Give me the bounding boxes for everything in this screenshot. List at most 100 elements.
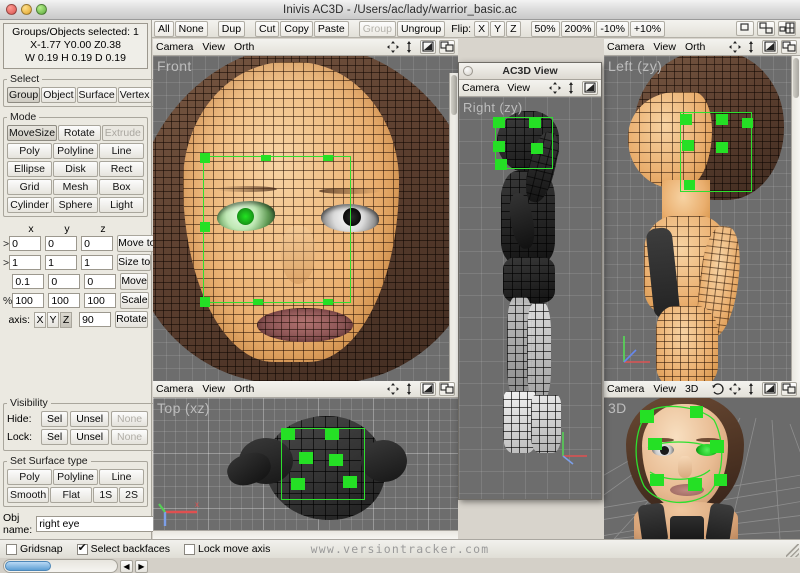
viewport-top-zoom-vertical-icon[interactable] — [403, 382, 417, 396]
float-selection-handle-4[interactable] — [531, 143, 543, 154]
viewport-3d-render-icon[interactable] — [762, 382, 778, 396]
float-selection-handle-1[interactable] — [493, 117, 505, 128]
window-resize-handle[interactable] — [786, 544, 799, 557]
left-selection-handle-1[interactable] — [680, 114, 692, 125]
viewport-top-render-icon[interactable] — [420, 382, 436, 396]
viewport-top-view-menu[interactable]: View — [202, 383, 225, 395]
mode-mesh[interactable]: Mesh — [53, 179, 98, 195]
float-window-pan-icon[interactable] — [548, 81, 562, 95]
top-selection-handle-4[interactable] — [329, 454, 343, 466]
zoom-plus-10-button[interactable]: +10% — [629, 20, 666, 37]
move-button[interactable]: Move — [120, 273, 148, 290]
mode-poly[interactable]: Poly — [7, 143, 52, 159]
left-selection-handle-2[interactable] — [716, 114, 728, 125]
surface-smooth-button[interactable]: Smooth — [7, 487, 50, 503]
float-window-camera-menu[interactable]: Camera — [462, 82, 499, 94]
move-x-input[interactable] — [12, 274, 45, 289]
ac3d-view-floating-window[interactable]: AC3D View Camera View Right (zy) — [458, 62, 602, 500]
move-to-y-input[interactable] — [45, 236, 78, 251]
layout-two-icon[interactable] — [757, 21, 775, 36]
size-to-x-input[interactable] — [9, 255, 42, 270]
viewport-3d-zoom-vertical-icon[interactable] — [745, 382, 759, 396]
float-window-canvas[interactable]: Right (zy) — [459, 97, 601, 499]
paste-button[interactable]: Paste — [313, 20, 349, 37]
surface-line-button[interactable]: Line — [99, 469, 144, 485]
flip-z-button[interactable]: Z — [506, 20, 521, 37]
left-selection-handle-5[interactable] — [684, 180, 695, 190]
mode-movesize[interactable]: MoveSize — [7, 125, 58, 141]
palette-scrollbar[interactable]: ◀ ▶ — [3, 559, 148, 573]
surface-polyline-button[interactable]: Polyline — [53, 469, 98, 485]
rotate-axis-x[interactable]: X — [34, 311, 47, 328]
front-selection-handle-bl[interactable] — [200, 297, 210, 307]
float-window-view-menu[interactable]: View — [507, 82, 530, 94]
move-to-z-input[interactable] — [81, 236, 114, 251]
top-selection-handle-2[interactable] — [325, 428, 339, 440]
front-selection-handle-tr[interactable] — [323, 155, 333, 161]
3d-selection-handle-6[interactable] — [688, 478, 702, 491]
size-to-z-input[interactable] — [81, 255, 114, 270]
viewport-top-canvas[interactable]: Top (xz) x — [153, 398, 458, 539]
float-window-titlebar[interactable]: AC3D View — [459, 63, 601, 80]
rotate-axis-y[interactable]: Y — [47, 311, 60, 328]
layout-single-icon[interactable] — [736, 21, 754, 36]
top-selection-handle-5[interactable] — [291, 478, 305, 490]
viewport-left-orth-menu[interactable]: Orth — [685, 41, 705, 53]
viewport-3d-canvas[interactable]: 3D — [604, 398, 800, 539]
3d-selection-handle-2[interactable] — [690, 406, 703, 418]
cut-button[interactable]: Cut — [255, 20, 280, 37]
zoom-200-button[interactable]: 200% — [560, 20, 596, 37]
mode-box[interactable]: Box — [99, 179, 144, 195]
front-selection-handle-br[interactable] — [323, 299, 333, 305]
rotate-angle-input[interactable] — [79, 312, 112, 327]
viewport-front-camera-menu[interactable]: Camera — [156, 41, 193, 53]
viewport-top[interactable]: Camera View Orth Top (xz) x — [153, 381, 458, 539]
move-z-input[interactable] — [84, 274, 117, 289]
top-selection-handle-6[interactable] — [343, 476, 357, 488]
mode-polyline[interactable]: Polyline — [53, 143, 98, 159]
left-selection-handle-3[interactable] — [682, 140, 694, 151]
viewport-left-pan-icon[interactable] — [728, 40, 742, 54]
front-selection-handle-tc[interactable] — [261, 155, 271, 161]
scale-x-input[interactable] — [12, 293, 45, 308]
viewport-3d[interactable]: Camera View 3D 3D — [604, 381, 800, 539]
float-selection-handle-5[interactable] — [495, 159, 507, 170]
select-mode-surface[interactable]: Surface — [76, 87, 117, 103]
front-selection-handle-ml[interactable] — [200, 222, 210, 232]
surface-1s-button[interactable]: 1S — [93, 487, 119, 503]
lock-sel-button[interactable]: Sel — [41, 429, 69, 445]
viewport-top-pan-icon[interactable] — [386, 382, 400, 396]
viewport-3d-snapshot-icon[interactable] — [781, 382, 797, 396]
copy-button[interactable]: Copy — [280, 20, 313, 37]
scale-y-input[interactable] — [48, 293, 81, 308]
float-window-zoom-vertical-icon[interactable] — [565, 81, 579, 95]
lock-unsel-button[interactable]: Unsel — [70, 429, 110, 445]
viewport-left[interactable]: Camera View Orth Left (zy) — [604, 39, 800, 381]
viewport-left-view-menu[interactable]: View — [653, 41, 676, 53]
3d-selection-handle-7[interactable] — [714, 474, 727, 486]
viewport-top-orth-menu[interactable]: Orth — [234, 383, 254, 395]
mode-sphere[interactable]: Sphere — [53, 197, 98, 213]
move-to-button[interactable]: Move to — [117, 235, 157, 252]
front-selection-handle-bc[interactable] — [253, 299, 263, 305]
top-selection-handle-3[interactable] — [299, 452, 313, 464]
palette-scroll-track[interactable] — [3, 559, 118, 573]
viewport-left-snapshot-icon[interactable] — [781, 40, 797, 54]
select-all-button[interactable]: All — [154, 20, 174, 37]
rotate-button[interactable]: Rotate — [115, 311, 148, 328]
palette-scroll-left-arrow[interactable]: ◀ — [120, 559, 133, 573]
layout-four-icon[interactable] — [778, 21, 796, 36]
select-none-button[interactable]: None — [174, 20, 208, 37]
flip-x-button[interactable]: X — [474, 20, 490, 37]
surface-flat-button[interactable]: Flat — [50, 487, 93, 503]
viewport-front-view-menu[interactable]: View — [202, 41, 225, 53]
viewport-3d-pan-icon[interactable] — [728, 382, 742, 396]
viewport-left-zoom-vertical-icon[interactable] — [745, 40, 759, 54]
surface-2s-button[interactable]: 2S — [119, 487, 144, 503]
palette-scroll-right-arrow[interactable]: ▶ — [135, 559, 148, 573]
viewport-front-pan-icon[interactable] — [386, 40, 400, 54]
move-y-input[interactable] — [48, 274, 81, 289]
mode-rotate[interactable]: Rotate — [58, 125, 101, 141]
viewport-left-canvas[interactable]: Left (zy) — [604, 56, 800, 381]
viewport-front-render-icon[interactable] — [420, 40, 436, 54]
